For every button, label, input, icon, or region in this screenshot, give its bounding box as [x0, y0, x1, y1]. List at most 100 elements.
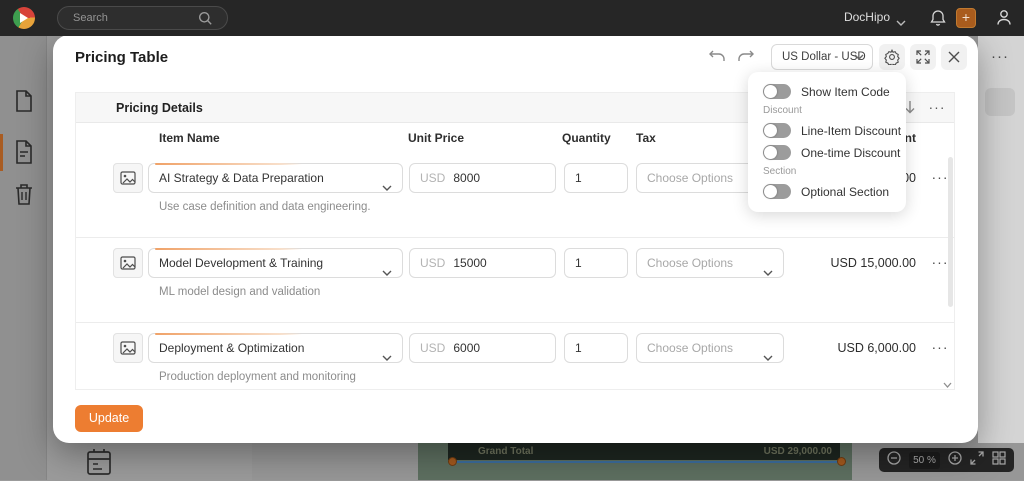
grid-view-icon[interactable] — [992, 450, 1006, 470]
item-name-value: AI Strategy & Data Preparation — [159, 171, 324, 185]
unit-price-value: 15000 — [453, 256, 487, 270]
discount-section-label: Discount — [763, 105, 802, 116]
close-icon — [948, 51, 960, 63]
chevron-down-icon — [854, 54, 864, 60]
picture-icon — [120, 171, 136, 185]
bell-icon — [930, 10, 946, 26]
optional-section-toggle[interactable] — [763, 184, 791, 199]
toggle-knob — [764, 124, 777, 137]
search-icon — [199, 12, 212, 25]
unit-price-input[interactable]: USD 6000 — [409, 333, 556, 363]
row-amount: USD 6,000.00 — [837, 341, 916, 355]
person-icon — [997, 10, 1011, 25]
item-name-select[interactable]: Model Development & Training — [148, 248, 403, 278]
zoom-in-button[interactable] — [948, 450, 962, 470]
tax-select[interactable]: Choose Options — [636, 333, 784, 363]
table-scrollbar[interactable] — [948, 157, 953, 307]
unit-price-input[interactable]: USD 15000 — [409, 248, 556, 278]
section-title: Pricing Details — [116, 101, 203, 115]
settings-button[interactable] — [879, 44, 905, 70]
currency-prefix: USD — [420, 171, 446, 185]
row-menu-button[interactable]: ··· — [929, 333, 951, 361]
item-name-select[interactable]: Deployment & Optimization — [148, 333, 403, 363]
item-image-button[interactable] — [113, 333, 143, 363]
toggle-knob — [764, 146, 777, 159]
redo-button[interactable] — [735, 48, 757, 70]
grand-total-label: Grand Total — [478, 446, 534, 457]
redo-icon — [738, 50, 754, 61]
side-tool-button[interactable] — [985, 88, 1015, 116]
notifications-button[interactable] — [930, 9, 946, 32]
account-button[interactable] — [995, 8, 1013, 32]
search-input[interactable]: Search — [57, 6, 228, 30]
quantity-input[interactable]: 1 — [564, 333, 628, 363]
search-placeholder: Search — [73, 12, 108, 24]
show-item-code-toggle[interactable] — [763, 84, 791, 99]
fullscreen-button[interactable] — [910, 44, 936, 70]
tax-placeholder: Choose Options — [647, 171, 734, 185]
selection-handle-right[interactable] — [837, 457, 846, 466]
calendar-widget-icon[interactable] — [86, 448, 112, 481]
chevron-down-icon — [382, 174, 392, 202]
toggle-knob — [764, 85, 777, 98]
expand-icon — [916, 50, 930, 64]
drag-accent — [155, 333, 302, 335]
undo-icon — [709, 50, 725, 61]
drag-accent — [155, 163, 302, 165]
section-menu-button[interactable]: ··· — [925, 93, 949, 121]
tax-placeholder: Choose Options — [647, 256, 734, 270]
line-item-discount-toggle[interactable] — [763, 123, 791, 138]
toggle-label: One-time Discount — [801, 145, 901, 160]
one-time-discount-row: One-time Discount — [763, 144, 906, 161]
currency-selector[interactable]: US Dollar - USD — [771, 44, 873, 70]
scroll-down-icon[interactable] — [943, 376, 952, 389]
update-button[interactable]: Update — [75, 405, 143, 432]
drag-accent — [155, 248, 302, 250]
tax-select[interactable]: Choose Options — [636, 248, 784, 278]
unit-price-input[interactable]: USD 8000 — [409, 163, 556, 193]
picture-icon — [120, 256, 136, 270]
sidebar-item-pages[interactable] — [13, 89, 35, 118]
quantity-input[interactable]: 1 — [564, 248, 628, 278]
fit-screen-icon[interactable] — [970, 450, 984, 470]
column-header-quantity: Quantity — [562, 131, 611, 145]
optional-section-row: Optional Section — [763, 183, 906, 200]
unit-price-value: 8000 — [453, 171, 481, 185]
grand-total-value: USD 29,000.00 — [763, 446, 832, 457]
currency-prefix: USD — [420, 256, 446, 270]
right-side-strip: ··· — [978, 36, 1024, 443]
zoom-level-value[interactable]: 50 % — [909, 451, 940, 469]
zoom-out-button[interactable] — [887, 450, 901, 470]
workspace-menu[interactable]: DocHipo — [844, 10, 890, 24]
selection-handle-left[interactable] — [448, 457, 457, 466]
create-new-button[interactable]: + — [956, 8, 976, 28]
picture-icon — [120, 341, 136, 355]
item-name-value: Model Development & Training — [159, 256, 324, 270]
item-name-select[interactable]: AI Strategy & Data Preparation — [148, 163, 403, 193]
item-image-button[interactable] — [113, 248, 143, 278]
chevron-down-icon — [382, 344, 392, 372]
table-row: Model Development & Training USD 15000 1 … — [76, 238, 954, 323]
close-modal-button[interactable] — [941, 44, 967, 70]
left-icon-rail — [0, 36, 46, 480]
chevron-down-icon — [382, 259, 392, 287]
item-image-button[interactable] — [113, 163, 143, 193]
undo-button[interactable] — [706, 48, 728, 70]
quantity-input[interactable]: 1 — [564, 163, 628, 193]
document-icon — [13, 90, 35, 117]
dochipo-logo[interactable] — [13, 7, 35, 29]
chevron-down-icon — [763, 259, 773, 287]
top-app-bar: Search DocHipo + — [0, 0, 1024, 36]
grand-total-element[interactable]: Grand Total USD 29,000.00 — [448, 443, 840, 460]
sidebar-item-trash[interactable] — [13, 182, 35, 211]
one-time-discount-toggle[interactable] — [763, 145, 791, 160]
toggle-knob — [764, 185, 777, 198]
more-options-button[interactable]: ··· — [991, 48, 1009, 65]
selection-outline — [449, 461, 839, 463]
sidebar-item-notes[interactable] — [13, 139, 35, 170]
item-description: Production deployment and monitoring — [159, 371, 356, 383]
toggle-label: Line-Item Discount — [801, 123, 902, 138]
item-description: Use case definition and data engineering… — [159, 201, 371, 213]
modal-title: Pricing Table — [75, 49, 169, 66]
gear-icon — [884, 49, 900, 65]
